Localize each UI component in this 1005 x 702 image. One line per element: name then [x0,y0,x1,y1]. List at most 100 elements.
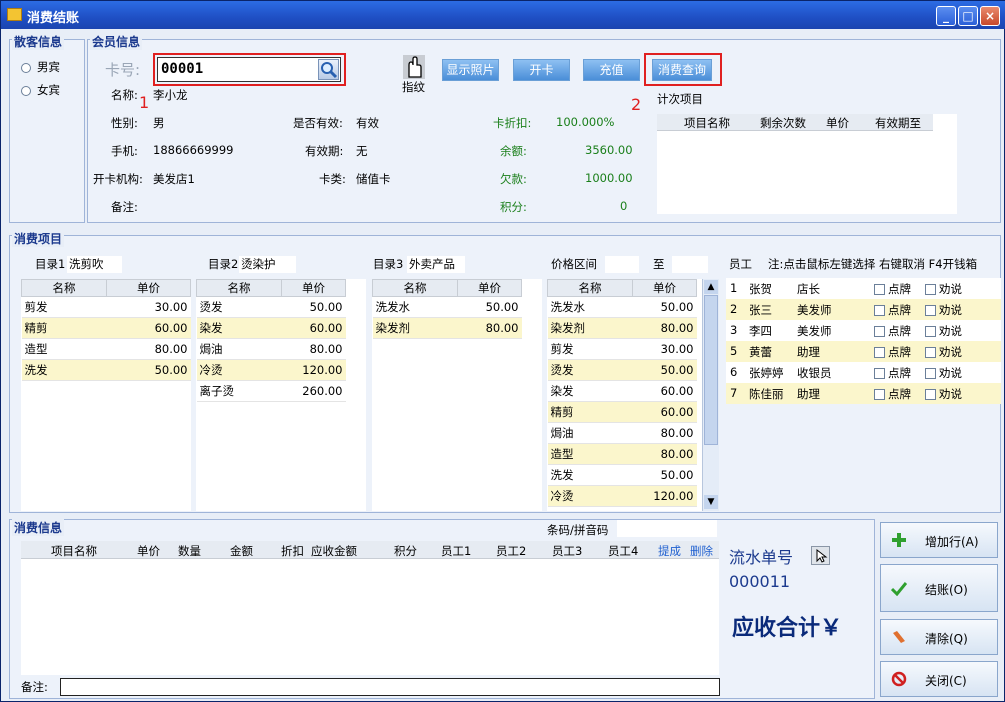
phone-value: 18866669999 [153,143,234,157]
item-name: 剪发 [21,296,107,318]
open-card-button[interactable]: 开卡 [513,59,570,81]
cat2-list[interactable]: 名称 单价 烫发 50.00 染发 60.00 焗油 80.00 冷烫 120.00 离子烫 260.… [196,279,366,511]
price-max-input[interactable] [672,256,708,273]
item-row[interactable]: 洗发 50.00 [547,464,697,486]
point-checkbox[interactable]: 点牌 [874,323,911,339]
female-radio[interactable]: 女宾 [21,82,60,98]
window-title: 消费结账 [27,11,80,26]
minimize-button[interactable]: _ [936,6,956,26]
point-checkbox[interactable]: 点牌 [874,386,911,402]
staff-role: 美发师 [797,303,832,317]
item-row[interactable]: 焗油 80.00 [196,338,346,360]
maximize-button[interactable]: □ [958,6,978,26]
cat3-list[interactable]: 名称 单价 洗发水 50.00 染发剂 80.00 [372,279,542,511]
valid-label: 是否有效: [293,116,343,130]
item-price: 60.00 [632,401,697,423]
cat1-list[interactable]: 名称 单价 剪发 30.00 精剪 60.00 造型 80.00 洗发 50.00 [21,279,191,511]
persuade-checkbox[interactable]: 劝说 [925,323,962,339]
scroll-thumb[interactable] [704,295,718,445]
item-row[interactable]: 精剪 60.00 [547,401,697,423]
range-list[interactable]: 名称 单价 洗发水 50.00 染发剂 80.00 剪发 30.00 烫发 50.00 染发 60.0… [547,279,719,511]
checkout-button[interactable]: 结账(O) [880,564,998,612]
clear-button[interactable]: 清除(Q) [880,619,998,655]
item-name: 冷烫 [196,359,282,381]
consume-col-header: 应收金额 [311,544,357,558]
cat3-field[interactable]: 外卖产品 [407,256,465,273]
fingerprint-icon[interactable] [403,55,425,79]
item-row[interactable]: 冷烫 120.00 [547,485,697,507]
close-button[interactable]: 关闭(C) [880,661,998,697]
point-checkbox[interactable]: 点牌 [874,302,911,318]
commission-link[interactable]: 提成 [658,543,681,559]
cursor-icon[interactable] [811,546,830,565]
staff-list[interactable]: 1 张贺 店长 点牌 劝说 2 张三 美发师 点牌 劝说 3 李四 美发师 点牌 劝说 5 黄蕾 助理 点牌 劝说 6 张… [726,278,1001,511]
item-row[interactable]: 造型 80.00 [547,443,697,465]
staff-row[interactable]: 2 张三 美发师 点牌 劝说 [726,299,1001,320]
staff-row[interactable]: 1 张贺 店长 点牌 劝说 [726,278,1001,299]
item-price: 50.00 [632,359,697,381]
item-row[interactable]: 洗发 50.00 [21,359,191,381]
item-row[interactable]: 染发 60.00 [547,380,697,402]
consume-table[interactable]: 项目名称 单价 数量 金额 折扣 应收金额 积分 员工1 员工2 员工3 员工4 提成 删除 [21,541,719,675]
price-min-input[interactable] [605,256,639,273]
col-name-header: 名称 [547,279,633,297]
point-checkbox[interactable]: 点牌 [874,365,911,381]
close-window-button[interactable]: × [980,6,1000,26]
item-row[interactable]: 烫发 50.00 [196,296,346,318]
item-row[interactable]: 染发 60.00 [196,317,346,339]
show-photo-button[interactable]: 显示照片 [442,59,499,81]
item-row[interactable]: 造型 80.00 [21,338,191,360]
persuade-checkbox[interactable]: 劝说 [925,302,962,318]
name-label: 名称: [111,88,138,102]
persuade-checkbox[interactable]: 劝说 [925,386,962,402]
point-checkbox[interactable]: 点牌 [874,344,911,360]
col-price-header: 单价 [632,279,697,297]
consume-col-header: 积分 [394,544,417,558]
discount-value: 100.000% [556,115,615,129]
staff-row[interactable]: 3 李四 美发师 点牌 劝说 [726,320,1001,341]
persuade-checkbox[interactable]: 劝说 [925,365,962,381]
item-price: 80.00 [281,338,346,360]
range-scrollbar[interactable]: ▲ ▼ [702,279,719,511]
delete-link[interactable]: 删除 [690,543,713,559]
item-row[interactable]: 离子烫 260.00 [196,380,346,402]
persuade-checkbox[interactable]: 劝说 [925,281,962,297]
org-value: 美发店1 [153,172,195,186]
item-row[interactable]: 染发剂 80.00 [372,317,522,339]
discount-label: 卡折扣: [493,116,532,130]
barcode-input[interactable] [617,520,717,537]
scroll-down-icon[interactable]: ▼ [704,495,718,509]
item-row[interactable]: 剪发 30.00 [21,296,191,318]
male-radio[interactable]: 男宾 [21,59,60,75]
item-row[interactable]: 精剪 60.00 [21,317,191,339]
count-items-table[interactable]: 项目名称 剩余次数 单价 有效期至 [657,114,957,214]
add-row-button[interactable]: 增加行(A) [880,522,998,558]
item-row[interactable]: 焗油 80.00 [547,422,697,444]
consume-remark-input[interactable] [60,678,720,696]
name-value: 李小龙 [153,88,188,102]
item-row[interactable]: 洗发水 50.00 [547,296,697,318]
check-icon [891,582,907,596]
item-row[interactable]: 冷烫 120.00 [196,359,346,381]
scroll-up-icon[interactable]: ▲ [704,280,718,294]
consume-col-header: 单价 [137,544,160,558]
staff-row[interactable]: 7 陈佳丽 助理 点牌 劝说 [726,383,1001,404]
item-row[interactable]: 烫发 50.00 [547,359,697,381]
recharge-button[interactable]: 充值 [583,59,640,81]
member-group-title: 会员信息 [90,33,143,50]
staff-row[interactable]: 6 张婷婷 收银员 点牌 劝说 [726,362,1001,383]
eraser-icon [893,631,905,643]
guest-group-title: 散客信息 [12,33,65,50]
persuade-checkbox[interactable]: 劝说 [925,344,962,360]
staff-row[interactable]: 5 黄蕾 助理 点牌 劝说 [726,341,1001,362]
count-col-expiry: 有效期至 [875,116,921,130]
point-checkbox[interactable]: 点牌 [874,281,911,297]
plus-icon [892,533,906,547]
item-name: 洗发水 [547,296,633,318]
item-row[interactable]: 染发剂 80.00 [547,317,697,339]
cat2-field[interactable]: 烫染护 [239,256,296,273]
item-price: 80.00 [457,317,522,339]
item-row[interactable]: 洗发水 50.00 [372,296,522,318]
item-row[interactable]: 剪发 30.00 [547,338,697,360]
cat1-field[interactable]: 洗剪吹 [67,256,122,273]
